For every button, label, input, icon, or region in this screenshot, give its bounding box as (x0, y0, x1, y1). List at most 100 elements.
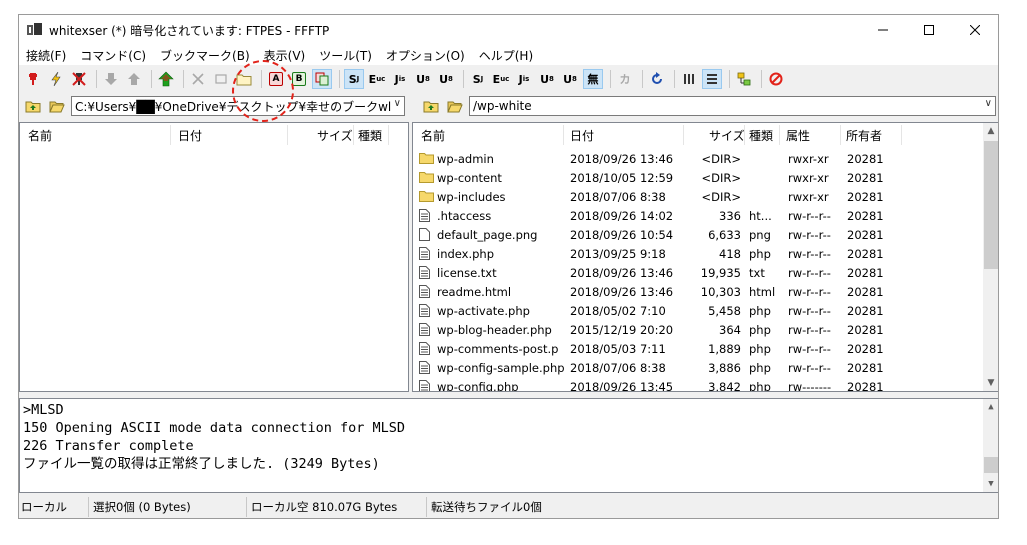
table-row[interactable]: wp-config.php 2018/09/26 13:45 3,842 php rw-… (413, 377, 983, 391)
scroll-up-icon[interactable]: ▲ (983, 399, 998, 415)
column-divider[interactable] (563, 125, 564, 145)
abort-icon[interactable] (766, 69, 786, 89)
log-scrollbar[interactable]: ▲ ▼ (983, 399, 998, 492)
log-panel[interactable]: >MLSD 150 Opening ASCII mode data connec… (19, 398, 998, 493)
menu-tools[interactable]: ツール(T) (312, 47, 379, 64)
remote-col-date[interactable]: 日付 (570, 127, 594, 144)
upload-icon[interactable] (156, 69, 176, 89)
column-divider[interactable] (840, 125, 841, 145)
menu-options[interactable]: オプション(O) (379, 47, 472, 64)
delete-icon[interactable] (188, 69, 208, 89)
table-row[interactable]: wp-blog-header.php 2015/12/19 20:20 364 php… (413, 320, 983, 339)
window-title: whitexser (*) 暗号化されています: FTPES - FFFTP (49, 23, 330, 38)
table-row[interactable]: license.txt 2018/09/26 13:46 19,935 txt rw-r… (413, 263, 983, 282)
refresh-icon[interactable] (647, 69, 667, 89)
remote-open-folder-icon[interactable] (445, 97, 465, 115)
quick-connect-icon[interactable] (46, 69, 66, 89)
column-divider[interactable] (353, 125, 354, 145)
remote-col-type[interactable]: 種類 (749, 127, 773, 144)
menu-connect[interactable]: 接続(F) (19, 47, 73, 64)
sync-folder-icon[interactable] (734, 69, 754, 89)
menu-help[interactable]: ヘルプ(H) (472, 47, 540, 64)
remote-col-size[interactable]: サイズ (709, 127, 745, 144)
transfer-auto-icon[interactable] (312, 69, 332, 89)
rename-icon[interactable] (211, 69, 231, 89)
column-divider[interactable] (901, 125, 902, 145)
remote-col-owner[interactable]: 所有者 (846, 127, 882, 144)
minimize-icon[interactable] (860, 15, 906, 45)
kana-convert-button[interactable]: カ (615, 69, 635, 89)
local-col-type[interactable]: 種類 (358, 127, 382, 144)
local-open-folder-icon[interactable] (47, 97, 67, 115)
remote-euc-button[interactable]: Euc (491, 69, 511, 89)
close-icon[interactable] (952, 15, 998, 45)
local-col-name[interactable]: 名前 (28, 127, 52, 144)
scroll-down-icon[interactable]: ▼ (983, 375, 998, 391)
file-name: license.txt (437, 266, 497, 280)
chevron-down-icon[interactable]: ∨ (394, 98, 401, 109)
file-date: 2018/09/26 13:46 (570, 266, 674, 280)
kanji-utf8bom-button[interactable]: U8 (436, 69, 456, 89)
scroll-up-icon[interactable]: ▲ (983, 123, 998, 139)
column-divider[interactable] (170, 125, 171, 145)
text-file-icon (419, 266, 433, 279)
table-row[interactable]: .htaccess 2018/09/26 14:02 336 ht... rw-r--r… (413, 206, 983, 225)
column-divider[interactable] (683, 125, 684, 145)
table-row[interactable]: wp-content 2018/10/05 12:59 <DIR> rwxr-xr 20… (413, 168, 983, 187)
table-row[interactable]: wp-config-sample.php 2018/07/06 8:38 3,886… (413, 358, 983, 377)
remote-col-name[interactable]: 名前 (421, 127, 445, 144)
table-row[interactable]: wp-includes 2018/07/06 8:38 <DIR> rwxr-xr 20… (413, 187, 983, 206)
file-name: wp-comments-post.p (437, 342, 559, 356)
remote-utf8-button[interactable]: U8 (537, 69, 557, 89)
chevron-down-icon[interactable]: ∨ (985, 98, 992, 109)
remote-sjis-button[interactable]: SJ (468, 69, 488, 89)
file-name: wp-content (437, 171, 502, 185)
remote-file-list[interactable]: 名前 日付 サイズ 種類 属性 所有者 wp-admin 2018/09/26 1… (412, 122, 998, 392)
local-col-date[interactable]: 日付 (178, 127, 202, 144)
remote-jis-button[interactable]: Jis (514, 69, 534, 89)
file-type: php (749, 323, 771, 337)
menu-bookmark[interactable]: ブックマーク(B) (153, 47, 257, 64)
table-row[interactable]: default_page.png 2018/09/26 10:54 6,633 png… (413, 225, 983, 244)
remote-none-button[interactable]: 無 (583, 69, 603, 89)
list-view-icon[interactable] (679, 69, 699, 89)
local-up-folder-icon[interactable] (23, 97, 43, 115)
column-divider[interactable] (287, 125, 288, 145)
scroll-thumb[interactable] (984, 457, 998, 473)
file-attr: rwxr-xr (788, 190, 829, 204)
table-row[interactable]: wp-admin 2018/09/26 13:46 <DIR> rwxr-xr 2028… (413, 149, 983, 168)
maximize-icon[interactable] (906, 15, 952, 45)
column-divider[interactable] (388, 125, 389, 145)
table-row[interactable]: wp-comments-post.p 2018/05/03 7:11 1,889 ph… (413, 339, 983, 358)
remote-scrollbar[interactable]: ▲ ▼ (983, 123, 998, 391)
file-date: 2018/07/06 8:38 (570, 190, 666, 204)
table-row[interactable]: wp-activate.php 2018/05/02 7:10 5,458 php rw… (413, 301, 983, 320)
table-row[interactable]: index.php 2013/09/25 9:18 418 php rw-r--r-- 2… (413, 244, 983, 263)
connect-icon[interactable] (23, 69, 43, 89)
toolbar-separator (96, 70, 97, 88)
detail-view-icon[interactable] (702, 69, 722, 89)
remote-col-attr[interactable]: 属性 (786, 127, 810, 144)
scroll-down-icon[interactable]: ▼ (983, 476, 998, 492)
remote-up-folder-icon[interactable] (421, 97, 441, 115)
kanji-utf8-button[interactable]: U8 (413, 69, 433, 89)
remote-utf8bom-button[interactable]: U8 (560, 69, 580, 89)
kanji-jis-button[interactable]: Jis (390, 69, 410, 89)
download-as-icon[interactable] (124, 69, 144, 89)
column-divider[interactable] (779, 125, 780, 145)
remote-path-input[interactable]: /wp-white ∨ (469, 96, 996, 116)
disconnect-icon[interactable] (69, 69, 89, 89)
local-file-list[interactable]: 名前 日付 サイズ 種類 (19, 122, 409, 392)
kanji-utf8-label: U (416, 72, 426, 86)
kanji-sjis-button[interactable]: SJ (344, 69, 364, 89)
scroll-thumb[interactable] (984, 141, 998, 269)
menu-command[interactable]: コマンド(C) (73, 47, 153, 64)
file-type: php (749, 342, 771, 356)
download-icon[interactable] (101, 69, 121, 89)
file-name: readme.html (437, 285, 512, 299)
log-line: ファイル一覧の取得は正常終了しました. (3249 Bytes) (23, 456, 380, 472)
column-divider[interactable] (744, 125, 745, 145)
local-col-size[interactable]: サイズ (317, 127, 353, 144)
table-row[interactable]: readme.html 2018/09/26 13:46 10,303 html rw-… (413, 282, 983, 301)
kanji-euc-button[interactable]: Euc (367, 69, 387, 89)
